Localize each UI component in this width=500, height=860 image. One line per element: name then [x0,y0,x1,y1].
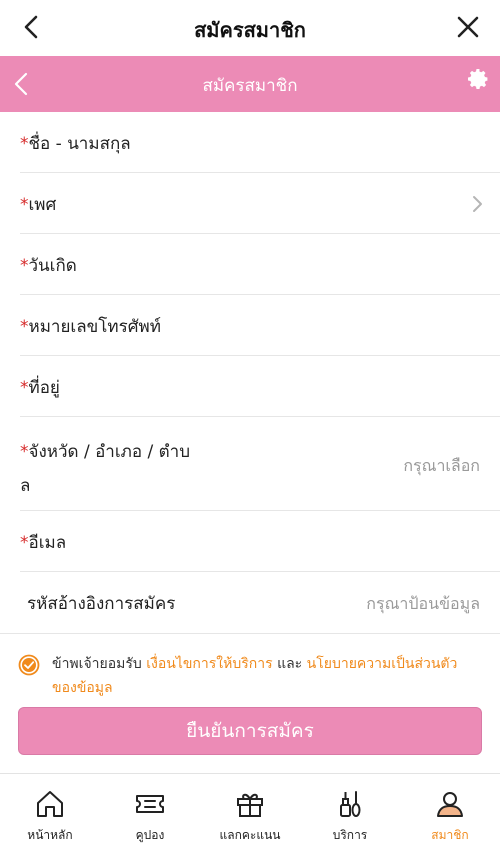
chevron-right-icon [473,196,482,212]
close-icon[interactable] [454,13,482,41]
bottom-tab-bar: หน้าหลัก คูปอง แลกคะแนน บริการ สมาชิก [0,774,500,860]
phone-field-label: หมายเลขโทรศัพท์ [28,317,161,337]
required-mark: * [20,442,29,462]
sub-header-bar: สมัครสมาชิก [0,56,500,112]
member-icon [437,792,463,817]
top-navigation-bar: สมัครสมาชิก [0,0,500,56]
province-select[interactable]: *จังหวัด / อำเภอ / ตำบ ล กรุณาเลือก [20,417,500,511]
gear-icon[interactable] [466,67,490,91]
tab-service-label: บริการ [332,828,368,842]
required-mark: * [20,134,29,154]
service-icon [340,791,361,817]
coupon-icon [136,795,164,813]
name-field-label: ชื่อ - นามสกุล [28,134,131,154]
required-mark: * [20,317,29,337]
birthday-field[interactable]: *วันเกิด [20,234,500,295]
registration-form: *ชื่อ - นามสกุล *เพศ *วันเกิด *หมายเลขโท… [0,112,500,632]
tab-coupon-label: คูปอง [135,828,165,842]
agreement-and: และ [272,656,307,672]
province-field-label: จังหวัด / อำเภอ / ตำบ [28,442,190,462]
province-select-value: กรุณาเลือก [403,456,480,475]
gender-field-label: เพศ [28,195,57,215]
terms-agreement: ข้าพเจ้ายอมรับ เงื่อนไขการให้บริการ และ … [0,634,500,706]
referral-code-field[interactable]: รหัสอ้างอิงการสมัคร กรุณาป้อนข้อมูล [20,572,500,632]
gift-icon [237,793,263,817]
agreement-text: ข้าพเจ้ายอมรับ เงื่อนไขการให้บริการ และ … [52,652,482,700]
required-mark: * [20,195,29,215]
gender-select[interactable]: *เพศ [20,173,500,234]
required-mark: * [20,378,29,398]
email-field-label: อีเมล [28,533,67,553]
phone-field[interactable]: *หมายเลขโทรศัพท์ [20,295,500,356]
required-mark: * [20,533,29,553]
province-field-label-line2: ล [20,476,31,496]
tab-redeem-label: แลกคะแนน [219,828,281,842]
terms-of-service-link[interactable]: เงื่อนไขการให้บริการ [146,656,272,672]
tab-redeem-points[interactable]: แลกคะแนน [200,788,300,845]
home-icon [37,791,63,817]
tab-home[interactable]: หน้าหลัก [0,788,100,845]
email-field[interactable]: *อีเมล [20,511,500,572]
checkbox-checked-icon[interactable] [18,654,40,676]
referral-code-input[interactable]: กรุณาป้อนข้อมูล [366,592,480,617]
page-title: สมัครสมาชิก [194,18,306,42]
required-mark: * [20,256,29,276]
agreement-prefix: ข้าพเจ้ายอมรับ [52,656,147,672]
address-field-label: ที่อยู่ [28,378,60,398]
address-field[interactable]: *ที่อยู่ [20,356,500,417]
birthday-field-label: วันเกิด [28,256,77,276]
tab-member-label: สมาชิก [431,828,469,842]
tab-service[interactable]: บริการ [300,788,400,845]
sub-header-title: สมัครสมาชิก [202,76,298,96]
tab-home-label: หน้าหลัก [27,828,73,842]
tab-coupon[interactable]: คูปอง [100,788,200,845]
confirm-registration-button[interactable]: ยืนยันการสมัคร [18,707,482,755]
name-field[interactable]: *ชื่อ - นามสกุล [20,112,500,173]
tab-member[interactable]: สมาชิก [400,788,500,845]
